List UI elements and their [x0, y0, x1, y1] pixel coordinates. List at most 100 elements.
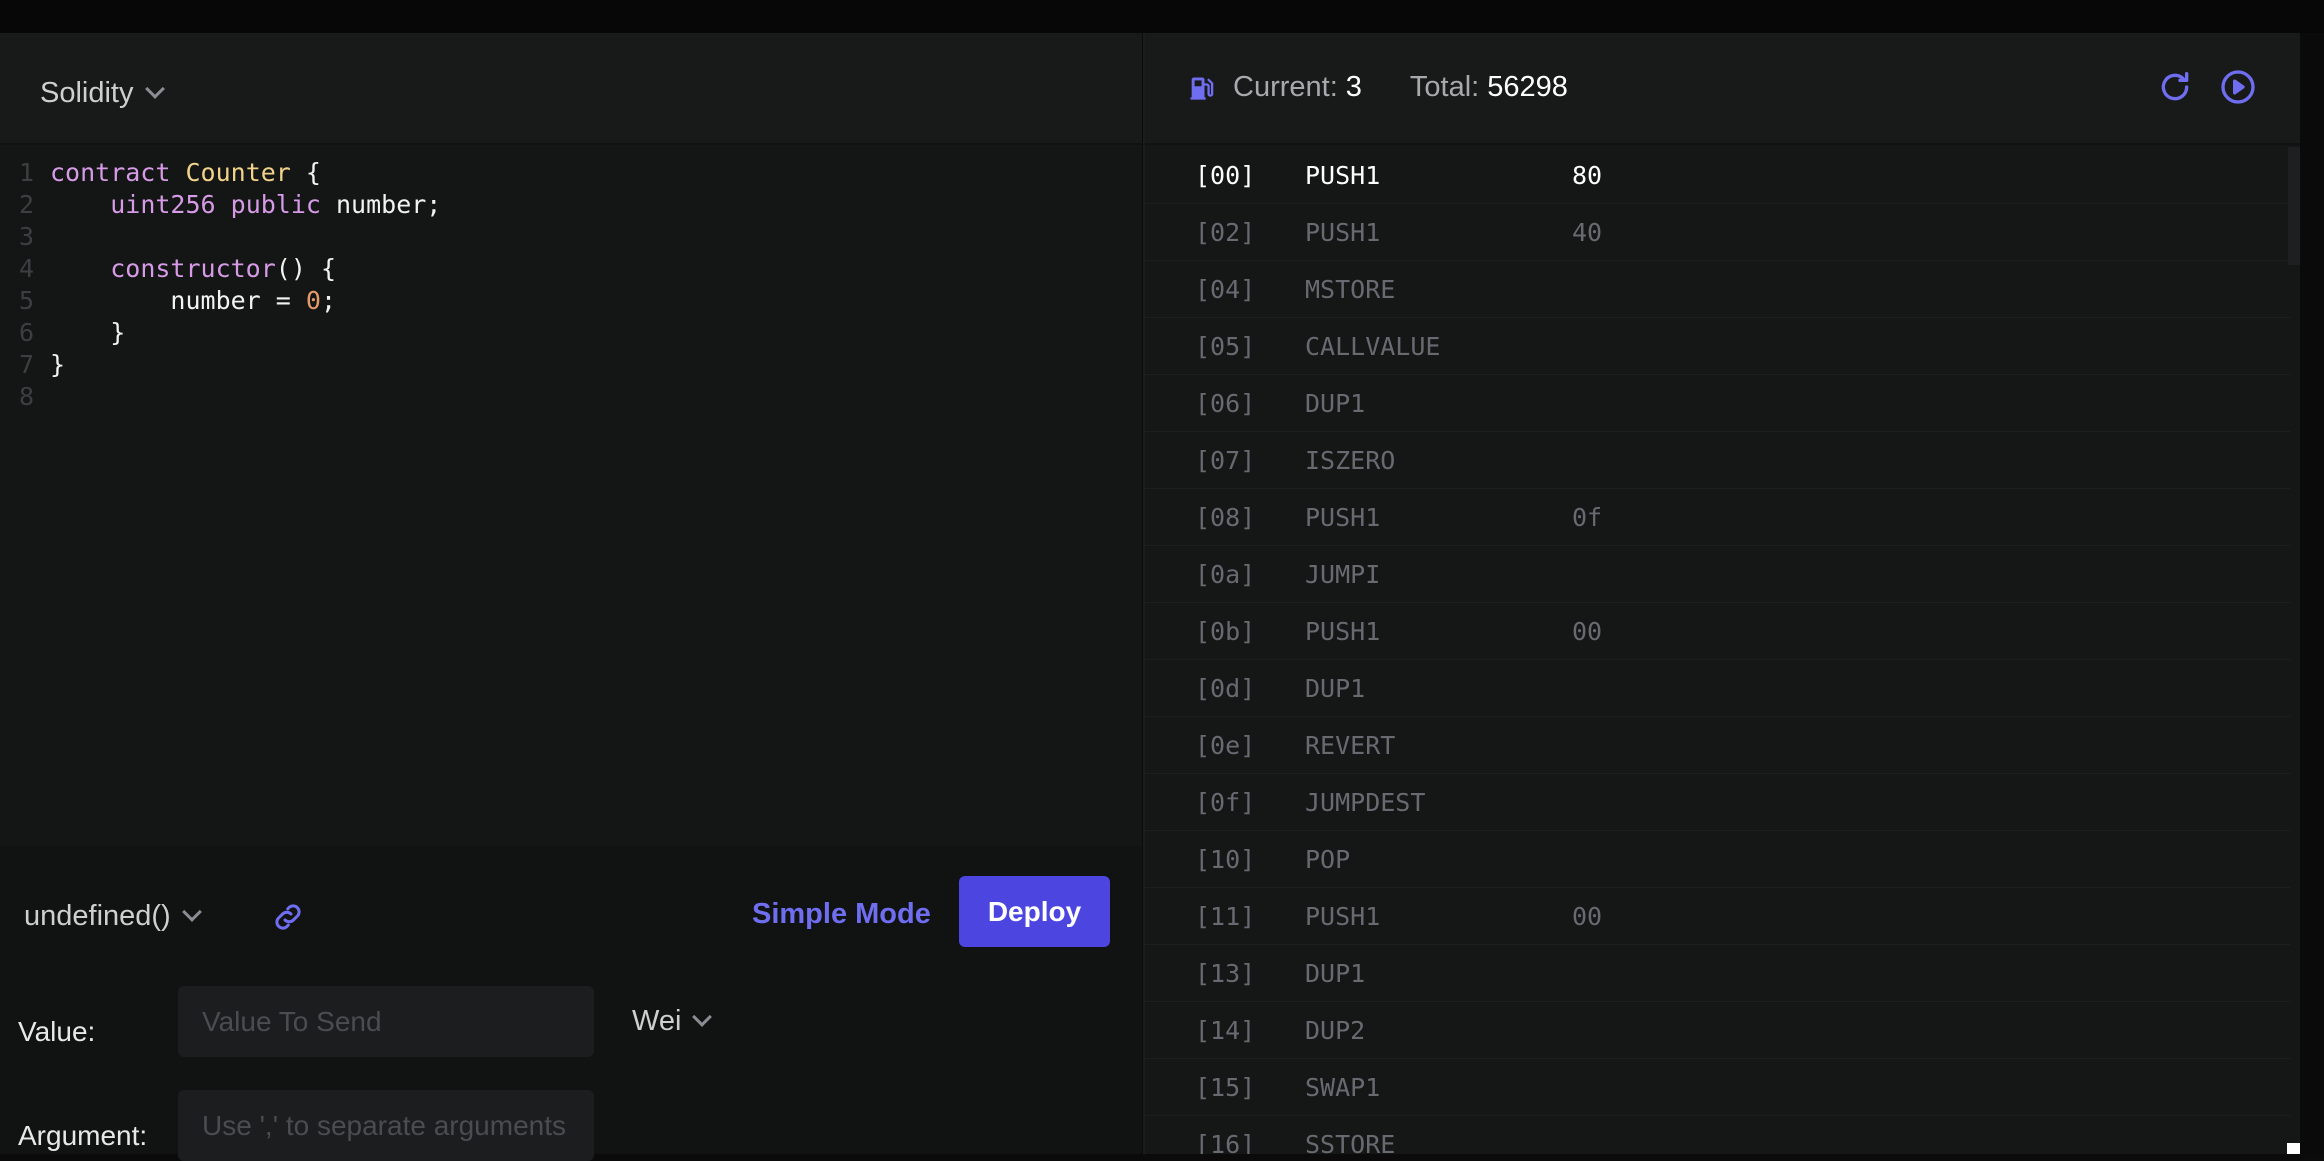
code-token: number; [320, 190, 442, 219]
current-gas-label: Current: [1233, 71, 1338, 103]
opcode-name: DUP1 [1305, 959, 1366, 988]
opcode-name: PUSH1 [1305, 503, 1381, 532]
opcode-name: PUSH1 [1305, 902, 1381, 931]
deploy-button[interactable]: Deploy [959, 876, 1110, 947]
simple-mode-button[interactable]: Simple Mode [752, 898, 931, 931]
code-token: contract [50, 158, 171, 187]
chevron-down-icon [181, 902, 202, 922]
opcode-row[interactable]: [05] CALLVALUE [1145, 318, 2290, 375]
opcode-row[interactable]: [14] DUP2 [1145, 1002, 2290, 1059]
opcode-address: [08] [1195, 503, 1256, 532]
opcode-name: REVERT [1305, 731, 1396, 760]
opcode-row[interactable]: [13] DUP1 [1145, 945, 2290, 1002]
opcode-address: [0d] [1195, 674, 1256, 703]
argument-label: Argument: [18, 1120, 148, 1151]
code-line: 7 } [0, 349, 65, 381]
opcode-address: [0a] [1195, 560, 1256, 589]
line-number: 1 [18, 158, 34, 187]
opcode-name: POP [1305, 845, 1351, 874]
opcode-value: 0f [1572, 503, 1603, 532]
code-line: 8 [0, 381, 50, 413]
top-strip [0, 0, 2324, 33]
opcode-row[interactable]: [0f] JUMPDEST [1145, 774, 2290, 831]
opcode-name: PUSH1 [1305, 161, 1381, 190]
opcode-address: [14] [1195, 1016, 1256, 1045]
method-label: undefined() [24, 899, 171, 932]
opcode-address: [02] [1195, 218, 1256, 247]
line-number: 6 [18, 318, 34, 347]
code-token: } [50, 318, 126, 347]
opcode-name: PUSH1 [1305, 617, 1381, 646]
line-number: 3 [18, 222, 34, 251]
opcode-row[interactable]: [15] SWAP1 [1145, 1059, 2290, 1116]
value-label: Value: [18, 1016, 96, 1047]
opcode-row[interactable]: [0e] REVERT [1145, 717, 2290, 774]
argument-input[interactable] [178, 1090, 594, 1161]
opcode-row[interactable]: [08] PUSH1 0f [1145, 489, 2290, 546]
line-number: 8 [18, 382, 34, 411]
execution-panel: Current: 3 Total: 56298 [00] PUSH1 80 [02] P… [1143, 33, 2300, 1154]
language-select[interactable]: Solidity [40, 73, 165, 113]
unit-select[interactable]: Wei [632, 1001, 713, 1041]
opcode-address: [04] [1195, 275, 1256, 304]
opcode-row[interactable]: [00] PUSH1 80 [1145, 147, 2290, 204]
opcode-row[interactable]: [10] POP [1145, 831, 2290, 888]
deploy-panel: undefined() Simple Mode Deploy Value: We… [0, 846, 1142, 1161]
code-token: Counter [185, 158, 291, 187]
opcode-address: [06] [1195, 389, 1256, 418]
line-number: 7 [18, 350, 34, 379]
opcode-row[interactable]: [04] MSTORE [1145, 261, 2290, 318]
line-number: 2 [18, 190, 34, 219]
opcode-name: JUMPDEST [1305, 788, 1426, 817]
code-editor[interactable]: 1 contract Counter { 2 uint256 public nu… [0, 147, 1142, 877]
opcode-address: [16] [1195, 1130, 1256, 1154]
code-line: 5 number = 0; [0, 285, 336, 317]
total-gas-label: Total: [1409, 71, 1480, 103]
opcode-value: 00 [1572, 617, 1603, 646]
link-icon[interactable] [270, 899, 306, 935]
code-line: 6 } [0, 317, 125, 349]
opcode-name: DUP1 [1305, 674, 1366, 703]
opcode-address: [15] [1195, 1073, 1256, 1102]
chevron-down-icon [692, 1007, 713, 1027]
code-token: public [230, 190, 321, 219]
opcode-row[interactable]: [11] PUSH1 00 [1145, 888, 2290, 945]
code-token: 0 [305, 286, 321, 315]
opcode-address: [0f] [1195, 788, 1256, 817]
opcode-name: DUP1 [1305, 389, 1366, 418]
method-select[interactable]: undefined() [24, 896, 202, 936]
run-icon[interactable] [2218, 67, 2258, 107]
language-label: Solidity [40, 76, 134, 109]
code-token: { [290, 158, 321, 187]
opcode-name: CALLVALUE [1305, 332, 1441, 361]
opcode-name: PUSH1 [1305, 218, 1381, 247]
right-strip [2300, 33, 2324, 1154]
gas-bar: Current: 3 Total: 56298 [1145, 33, 2300, 145]
opcode-row[interactable]: [06] DUP1 [1145, 375, 2290, 432]
gas-info: Current: 3 Total: 56298 [1187, 71, 1568, 104]
opcode-address: [00] [1195, 161, 1256, 190]
code-token: } [50, 350, 66, 379]
unit-label: Wei [632, 1004, 682, 1037]
chevron-down-icon [144, 79, 165, 99]
opcode-address: [11] [1195, 902, 1256, 931]
opcode-row[interactable]: [0b] PUSH1 00 [1145, 603, 2290, 660]
opcode-row[interactable]: [16] SSTORE [1145, 1116, 2290, 1154]
opcode-name: ISZERO [1305, 446, 1396, 475]
opcode-row[interactable]: [07] ISZERO [1145, 432, 2290, 489]
code-line: 1 contract Counter { [0, 157, 321, 189]
opcode-row[interactable]: [02] PUSH1 40 [1145, 204, 2290, 261]
editor-panel: Solidity 1 contract Counter { 2 uint256 … [0, 33, 1142, 1161]
opcode-row[interactable]: [0d] DUP1 [1145, 660, 2290, 717]
line-number: 5 [18, 286, 34, 315]
opcode-row[interactable]: [0a] JUMPI [1145, 546, 2290, 603]
value-input[interactable] [178, 986, 594, 1057]
reset-icon[interactable] [2155, 67, 2195, 107]
scrollbar[interactable] [2288, 147, 2300, 265]
code-token: () { [275, 254, 337, 283]
opcode-value: 40 [1572, 218, 1603, 247]
gas-pump-icon [1190, 77, 1214, 100]
opcode-name: MSTORE [1305, 275, 1396, 304]
